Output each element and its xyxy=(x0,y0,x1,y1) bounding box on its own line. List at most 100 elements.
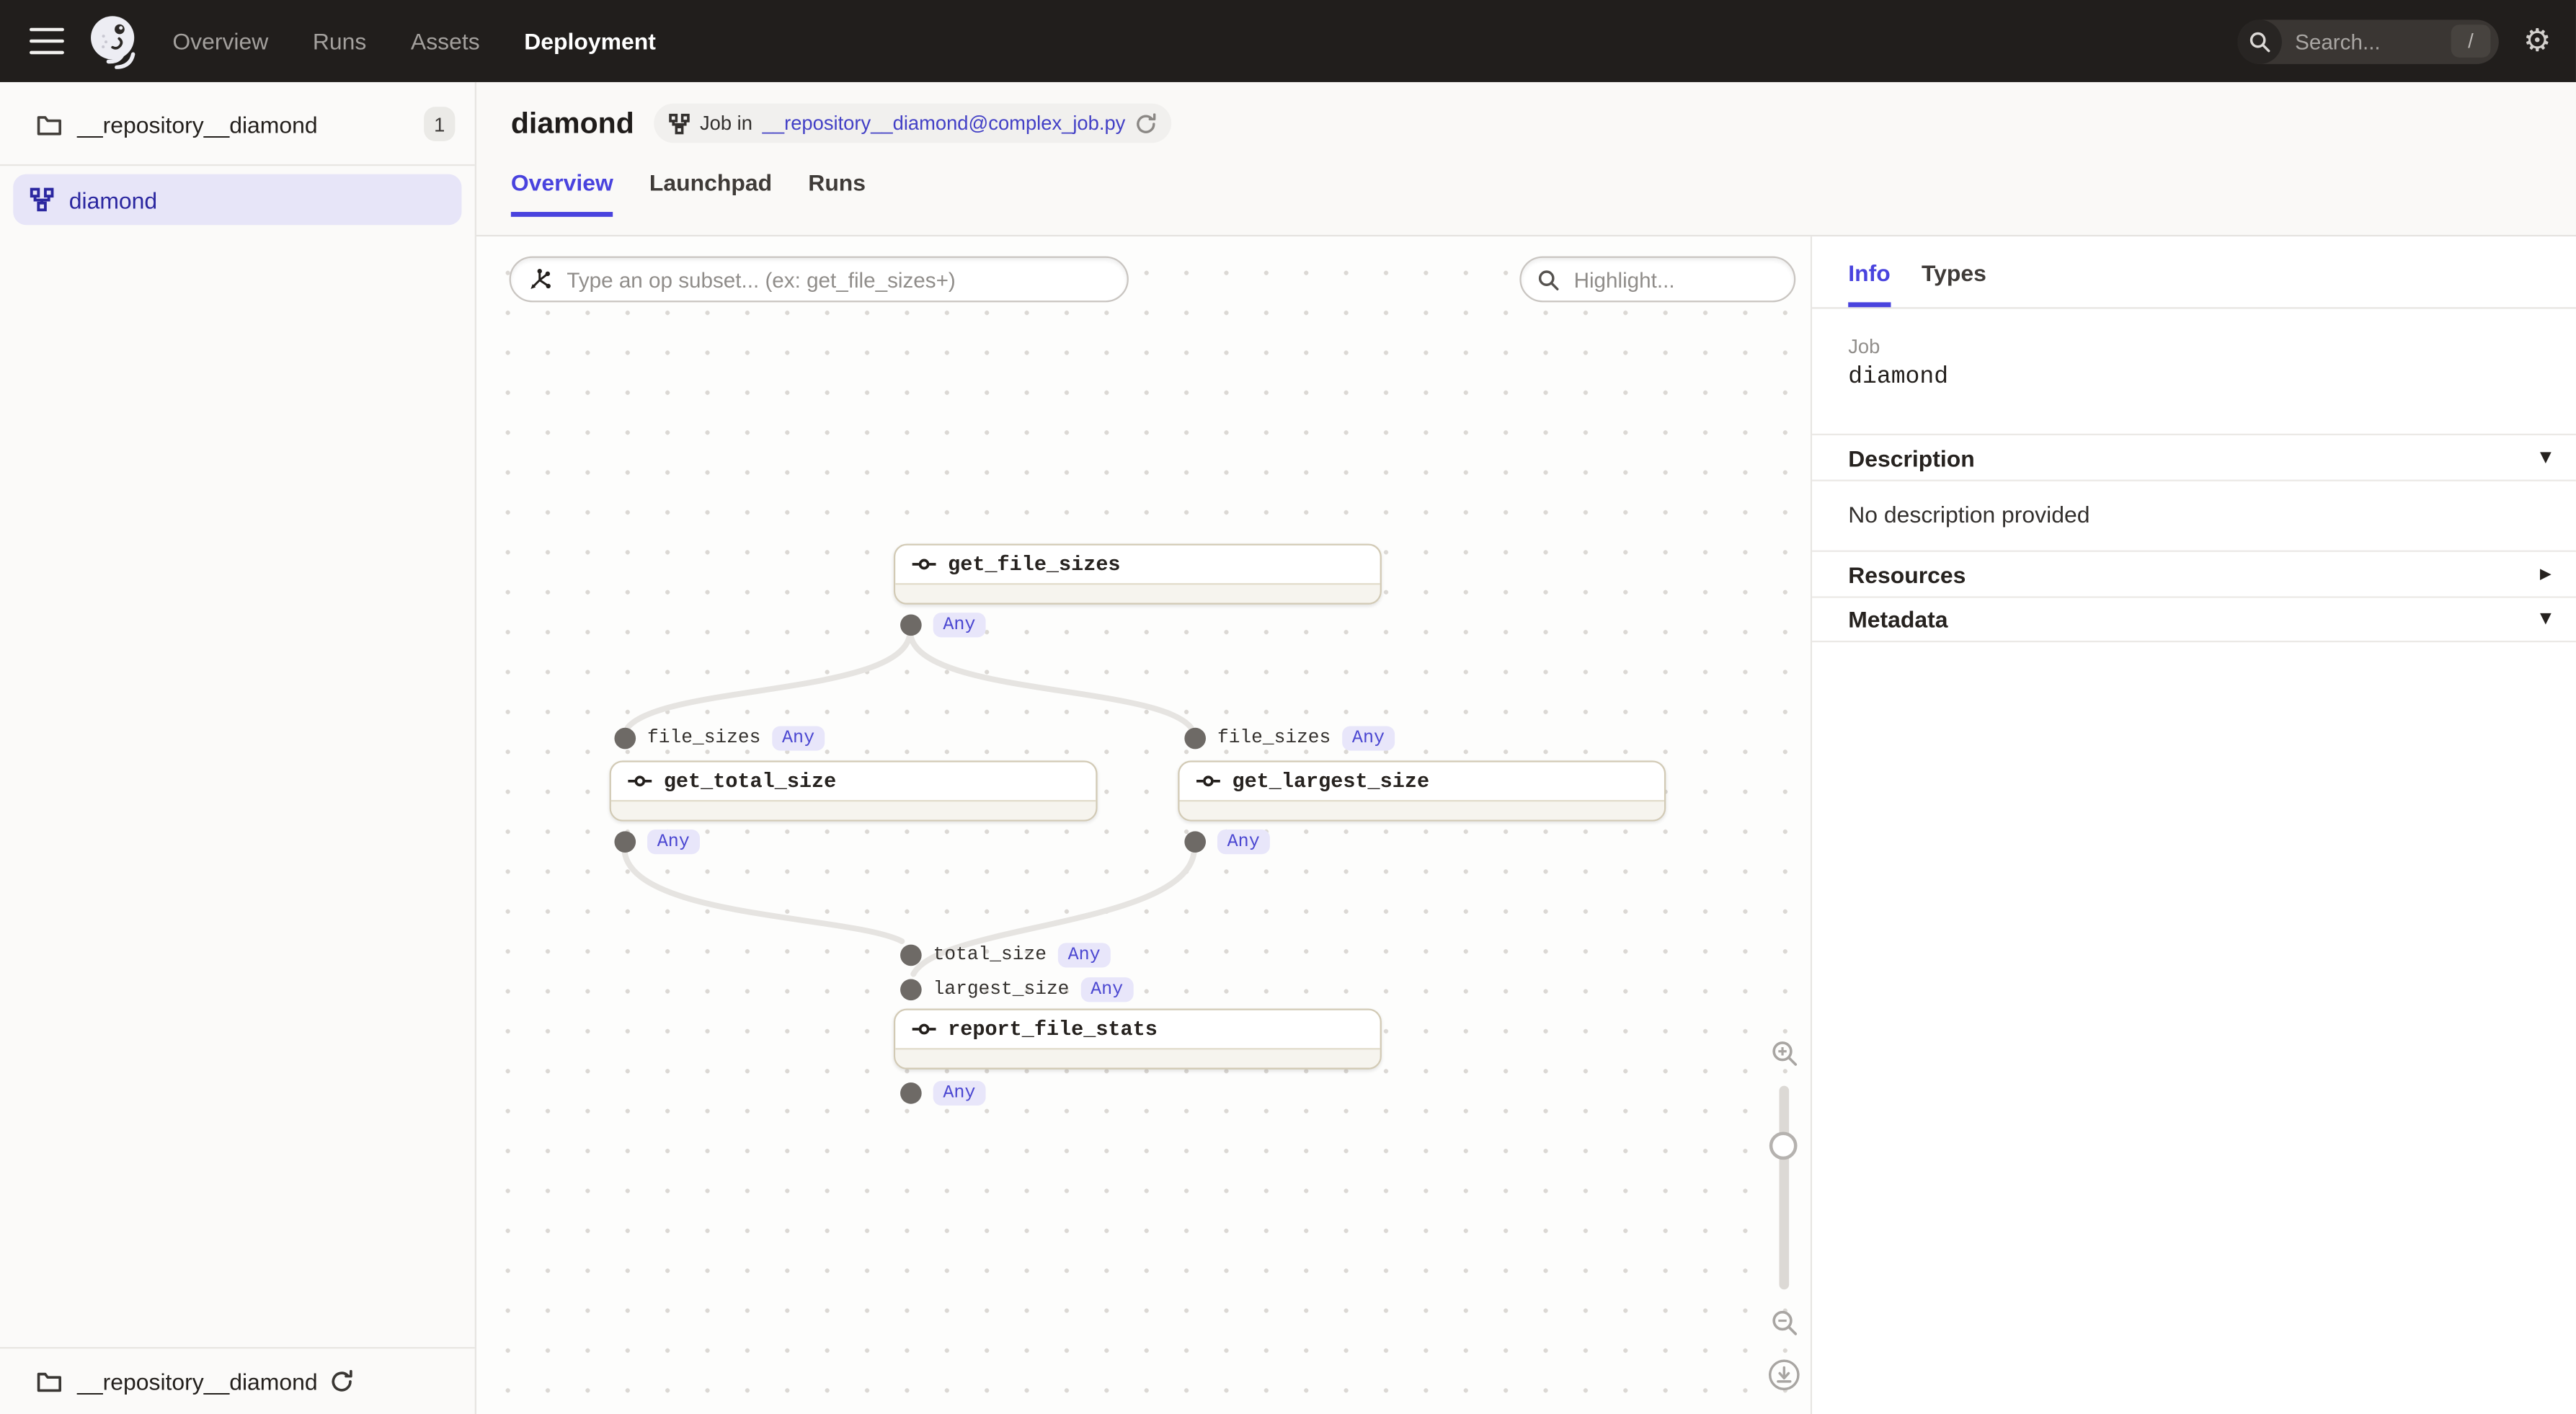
nav-assets[interactable]: Assets xyxy=(411,28,480,54)
folder-icon xyxy=(36,1370,62,1393)
tab-info[interactable]: Info xyxy=(1848,259,1890,307)
tab-overview[interactable]: Overview xyxy=(511,169,613,217)
op-node-get_file_sizes[interactable]: get_file_sizes xyxy=(894,543,1382,604)
reload-icon[interactable] xyxy=(1135,112,1157,134)
settings-gear-icon[interactable]: ⚙ xyxy=(2523,25,2551,56)
port-dot xyxy=(614,728,636,750)
job-graph-icon xyxy=(30,187,54,212)
job-origin-prefix: Job in xyxy=(700,112,752,135)
folder-icon xyxy=(36,112,62,135)
zoom-slider-handle[interactable] xyxy=(1769,1131,1798,1160)
op-icon xyxy=(1196,774,1220,789)
section-metadata[interactable]: Metadata ▼ xyxy=(1812,596,2576,642)
op-node-get_total_size[interactable]: get_total_size xyxy=(610,760,1098,821)
panel-tabs: Info Types xyxy=(1812,236,2576,308)
top-nav-bar: Overview Runs Assets Deployment / ⚙ xyxy=(0,0,2576,82)
job-header: diamond Job in __repository__diamond@com… xyxy=(476,82,2576,235)
download-graph-icon[interactable] xyxy=(1768,1359,1801,1392)
output-port-get_total_size[interactable]: Any xyxy=(614,830,699,854)
port-dot xyxy=(900,945,922,966)
op-subset-filter[interactable] xyxy=(510,257,1129,303)
sidebar-item-label: diamond xyxy=(69,187,157,213)
graph-edges xyxy=(476,236,1811,1414)
op-name: report_file_stats xyxy=(948,1018,1158,1041)
job-graph-icon xyxy=(669,112,690,134)
section-title: Description xyxy=(1848,445,1975,471)
job-count-badge: 1 xyxy=(424,107,455,141)
nav-deployment[interactable]: Deployment xyxy=(524,28,656,54)
global-search[interactable]: / xyxy=(2237,19,2498,63)
type-badge[interactable]: Any xyxy=(1080,977,1133,1002)
description-body: No description provided xyxy=(1812,480,2576,551)
type-badge[interactable]: Any xyxy=(1217,830,1270,854)
dagster-logo-icon[interactable] xyxy=(86,13,141,68)
job-info-block: Job diamond xyxy=(1812,309,2576,434)
port-label: total_size xyxy=(933,945,1047,966)
op-graph-canvas[interactable]: get_file_sizes Any file_sizes Any xyxy=(476,236,1811,1414)
search-shortcut-badge: / xyxy=(2451,25,2491,58)
primary-nav: Overview Runs Assets Deployment xyxy=(172,28,656,54)
op-icon xyxy=(912,1022,936,1037)
input-port-largest_size[interactable]: largest_size Any xyxy=(900,977,1133,1002)
input-port-total_size[interactable]: total_size Any xyxy=(900,943,1110,967)
type-badge[interactable]: Any xyxy=(647,830,700,854)
footer-repository-name: __repository__diamond xyxy=(77,1369,318,1395)
port-label: largest_size xyxy=(933,979,1070,1000)
repository-sidebar: __repository__diamond 1 diamond _ xyxy=(0,82,476,1414)
zoom-slider[interactable] xyxy=(1779,1086,1789,1290)
op-name: get_total_size xyxy=(664,770,836,793)
job-label: Job xyxy=(1848,335,2540,358)
input-port-file_sizes-left[interactable]: file_sizes Any xyxy=(614,726,824,750)
sidebar-item-diamond[interactable]: diamond xyxy=(13,174,461,226)
op-node-get_largest_size[interactable]: get_largest_size xyxy=(1178,760,1666,821)
section-resources[interactable]: Resources ▶ xyxy=(1812,551,2576,597)
output-port-report_file_stats[interactable]: Any xyxy=(900,1081,985,1106)
search-input[interactable] xyxy=(2282,29,2451,53)
section-title: Resources xyxy=(1848,561,1966,587)
search-icon xyxy=(1537,269,1559,290)
sidebar-footer: __repository__diamond xyxy=(0,1347,475,1414)
repository-header[interactable]: __repository__diamond 1 xyxy=(0,82,475,164)
type-badge[interactable]: Any xyxy=(772,726,825,750)
op-selector-icon xyxy=(528,267,552,291)
port-dot xyxy=(614,831,636,853)
type-badge[interactable]: Any xyxy=(933,613,986,637)
section-description[interactable]: Description ▼ xyxy=(1812,434,2576,480)
op-name: get_file_sizes xyxy=(948,553,1120,576)
chevron-down-icon: ▼ xyxy=(2540,611,2551,628)
dagster-app: Overview Runs Assets Deployment / ⚙ __re… xyxy=(0,0,2576,1414)
port-dot xyxy=(900,614,922,636)
info-panel: Info Types Job diamond Description ▼ No … xyxy=(1811,236,2576,1414)
page-title: diamond xyxy=(511,106,634,141)
tab-runs[interactable]: Runs xyxy=(808,169,866,217)
chevron-down-icon: ▼ xyxy=(2540,449,2551,466)
port-dot xyxy=(1184,728,1206,750)
op-subset-input[interactable] xyxy=(564,265,1111,293)
port-dot xyxy=(900,979,922,1000)
type-badge[interactable]: Any xyxy=(933,1081,986,1106)
op-icon xyxy=(628,774,652,789)
op-icon xyxy=(912,557,936,572)
type-badge[interactable]: Any xyxy=(1342,726,1395,750)
input-port-file_sizes-right[interactable]: file_sizes Any xyxy=(1184,726,1394,750)
nav-overview[interactable]: Overview xyxy=(172,28,268,54)
search-icon xyxy=(2237,19,2282,63)
highlight-input[interactable] xyxy=(1571,265,1777,293)
op-node-report_file_stats[interactable]: report_file_stats xyxy=(894,1008,1382,1069)
reload-icon[interactable] xyxy=(331,1370,354,1393)
job-name: diamond xyxy=(1848,365,2540,391)
menu-icon[interactable] xyxy=(30,27,64,55)
port-label: file_sizes xyxy=(1217,728,1331,750)
tab-types[interactable]: Types xyxy=(1922,259,1986,307)
repository-link[interactable]: __repository__diamond@complex_job.py xyxy=(763,112,1126,135)
type-badge[interactable]: Any xyxy=(1058,943,1111,967)
zoom-controls xyxy=(1754,1036,1810,1391)
zoom-in-icon[interactable] xyxy=(1770,1036,1798,1070)
output-port-get_largest_size[interactable]: Any xyxy=(1184,830,1269,854)
highlight-filter[interactable] xyxy=(1519,257,1795,303)
nav-runs[interactable]: Runs xyxy=(313,28,367,54)
zoom-out-icon[interactable] xyxy=(1770,1306,1798,1339)
tab-launchpad[interactable]: Launchpad xyxy=(649,169,772,217)
output-port-get_file_sizes[interactable]: Any xyxy=(900,613,985,637)
chevron-right-icon: ▶ xyxy=(2540,566,2551,582)
